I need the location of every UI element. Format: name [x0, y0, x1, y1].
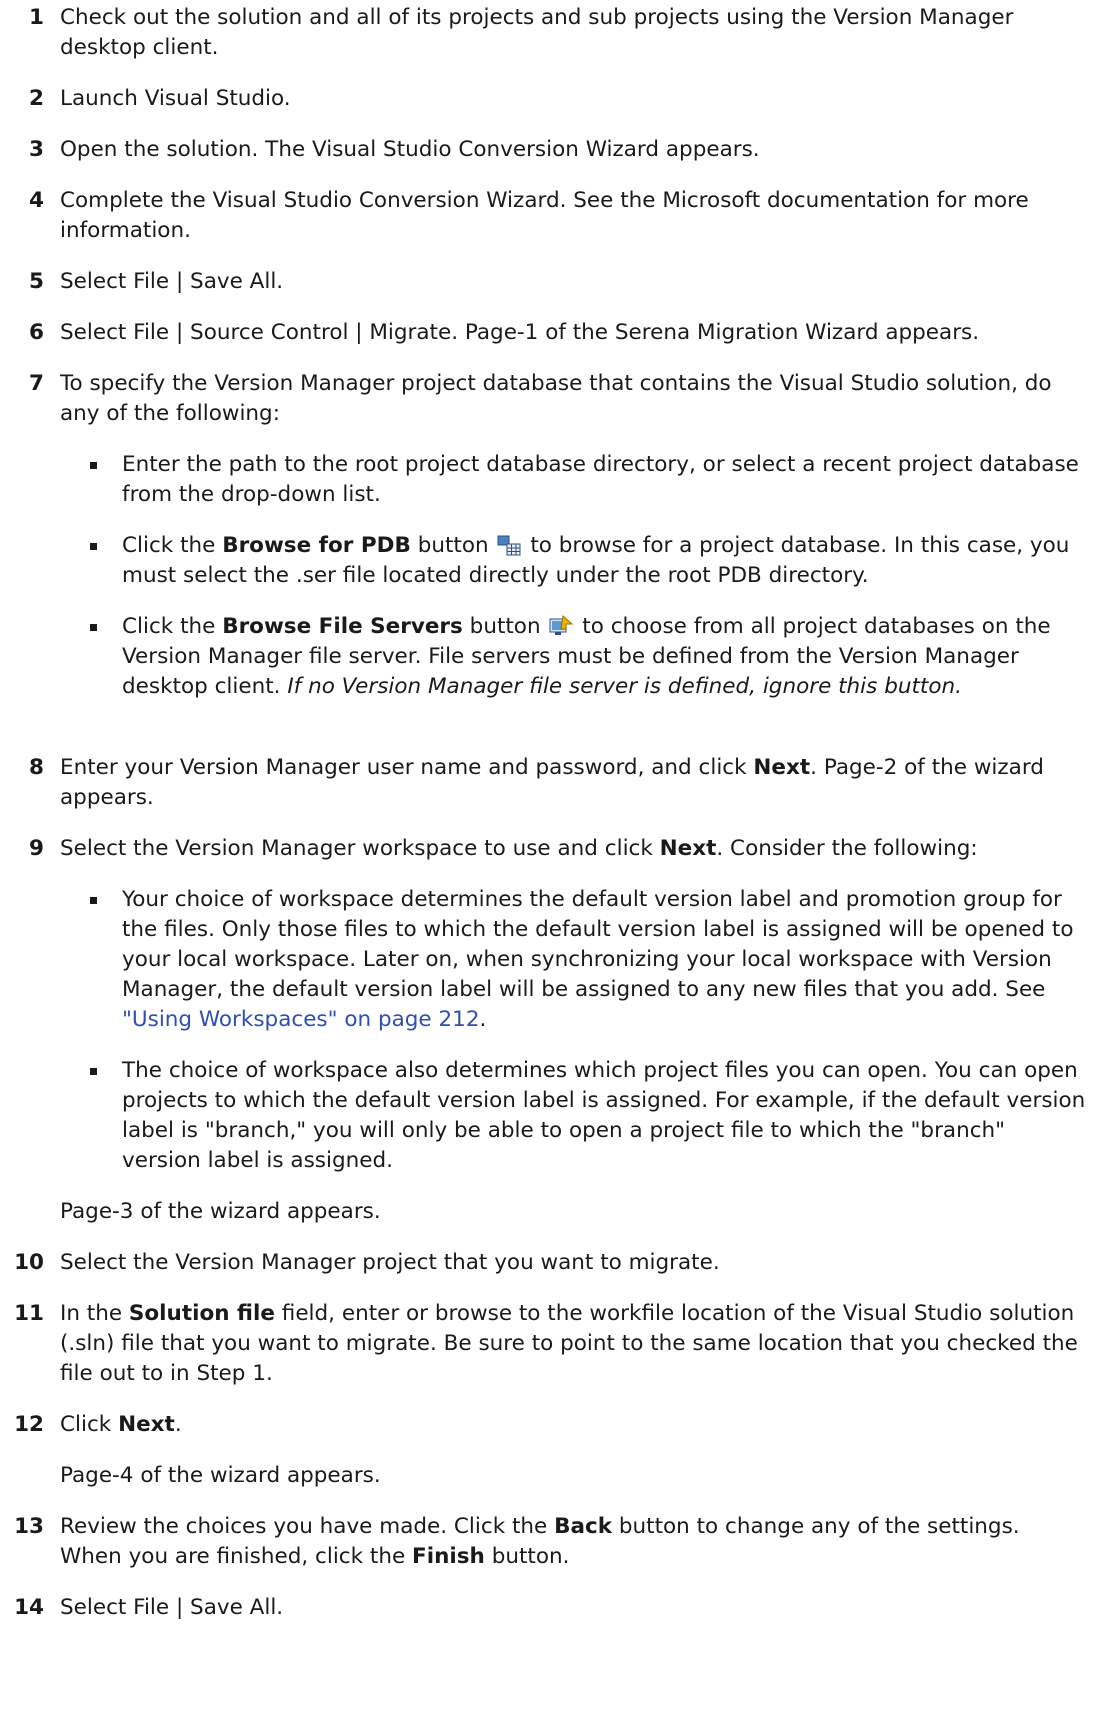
step-text: In the Solution file field, enter or bro… [60, 1301, 1078, 1386]
step-text: Select File | Save All. [60, 1595, 284, 1620]
step-text: Open the solution. The Visual Studio Con… [60, 137, 760, 162]
bullet-text: Click the Browse for PDB button to brows… [122, 533, 1070, 588]
step-number: 10 [14, 1250, 44, 1275]
step-text: Enter your Version Manager user name and… [60, 755, 1044, 810]
step-text: To specify the Version Manager project d… [60, 371, 1052, 426]
bullet-marker [90, 897, 97, 904]
step-text: Select the Version Manager project that … [60, 1250, 720, 1275]
ui-label-browse-file-servers: Browse File Servers [222, 614, 463, 639]
step-number: 5 [29, 269, 44, 294]
bullet-marker [90, 462, 97, 469]
step-number: 8 [29, 755, 44, 780]
page-3-note: Page-3 of the wizard appears. [60, 1199, 381, 1224]
step-number: 12 [14, 1412, 44, 1437]
using-workspaces-link[interactable]: "Using Workspaces" on page 212 [122, 1007, 480, 1032]
bullet-marker [90, 1068, 97, 1075]
step-number: 3 [29, 137, 44, 162]
step-text: Check out the solution and all of its pr… [60, 5, 1014, 60]
step-text: Click Next. [60, 1412, 182, 1437]
bullet-text: Click the Browse File Servers button to … [122, 614, 1051, 699]
browse-file-servers-icon [549, 615, 574, 635]
step-text: Select the Version Manager workspace to … [60, 836, 978, 861]
step-number: 9 [29, 836, 44, 861]
step-number: 4 [29, 188, 44, 213]
ui-label-browse-for-pdb: Browse for PDB [222, 533, 411, 558]
bullet-text: Your choice of workspace determines the … [122, 887, 1074, 1032]
browse-pdb-icon [497, 535, 521, 556]
step-text: Select File | Source Control | Migrate. … [60, 320, 980, 345]
step-number: 7 [29, 371, 44, 396]
page-4-note: Page-4 of the wizard appears. [60, 1463, 381, 1488]
step-text: Review the choices you have made. Click … [60, 1514, 1020, 1569]
step-number: 13 [14, 1514, 44, 1539]
step-number: 2 [29, 86, 44, 111]
step-number: 14 [14, 1595, 44, 1620]
bullet-text: Enter the path to the root project datab… [122, 452, 1079, 507]
step-text: Complete the Visual Studio Conversion Wi… [60, 188, 1029, 243]
step-number: 6 [29, 320, 44, 345]
bullet-text: The choice of workspace also determines … [122, 1058, 1086, 1173]
step-number: 1 [29, 5, 44, 30]
bullet-marker [90, 624, 97, 631]
bullet-marker [90, 543, 97, 550]
step-text: Select File | Save All. [60, 269, 284, 294]
step-number: 11 [14, 1301, 44, 1326]
step-text: Launch Visual Studio. [60, 86, 291, 111]
